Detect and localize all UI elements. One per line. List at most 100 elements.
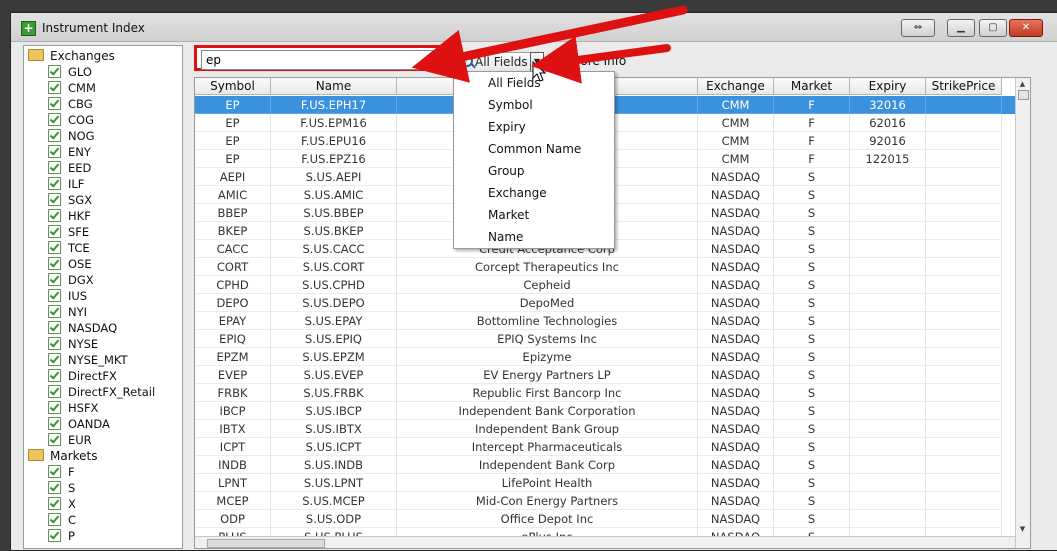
tree-item-markets[interactable]: F <box>48 464 75 480</box>
tree-item-exchanges[interactable]: DirectFX_Retail <box>48 384 155 400</box>
table-row[interactable]: MCEP S.US.MCEP Mid-Con Energy Partners NASD… <box>195 492 1015 510</box>
checkbox[interactable] <box>48 145 61 158</box>
dropdown-item[interactable]: Common Name <box>488 138 581 160</box>
checkbox[interactable] <box>48 465 61 478</box>
scroll-thumb[interactable] <box>1018 90 1029 100</box>
checkbox[interactable] <box>48 433 61 446</box>
close-icon[interactable]: ✕ <box>1009 19 1043 37</box>
tree-group-markets[interactable]: Markets <box>28 448 98 464</box>
checkbox[interactable] <box>48 273 61 286</box>
restore-icon[interactable]: ⇔ <box>901 19 935 37</box>
checkbox[interactable] <box>48 481 61 494</box>
checkbox[interactable] <box>48 113 61 126</box>
table-row[interactable]: CPHD S.US.CPHD Cepheid NASDAQ S <box>195 276 1015 294</box>
checkbox[interactable] <box>48 161 61 174</box>
table-row[interactable]: EPZM S.US.EPZM Epizyme NASDAQ S <box>195 348 1015 366</box>
tree-group-exchanges[interactable]: Exchanges <box>28 48 115 64</box>
dropdown-item[interactable]: Group <box>488 160 525 182</box>
tree-item-exchanges[interactable]: NOG <box>48 128 95 144</box>
checkbox[interactable] <box>48 529 61 542</box>
tree-item-exchanges[interactable]: GLO <box>48 64 92 80</box>
scroll-down-icon[interactable]: ▼ <box>1017 524 1028 534</box>
column-header[interactable]: Expiry <box>850 78 926 95</box>
column-header[interactable]: Name <box>271 78 397 95</box>
dropdown-item[interactable]: Name <box>488 226 523 248</box>
search-field-combo[interactable]: All Fields <box>457 52 541 72</box>
tree-item-exchanges[interactable]: HSFX <box>48 400 98 416</box>
table-row[interactable]: FRBK S.US.FRBK Republic First Bancorp Inc N… <box>195 384 1015 402</box>
checkbox[interactable] <box>48 129 61 142</box>
checkbox[interactable] <box>48 353 61 366</box>
checkbox[interactable] <box>48 209 61 222</box>
checkbox[interactable] <box>48 225 61 238</box>
table-row[interactable]: DEPO S.US.DEPO DepoMed NASDAQ S <box>195 294 1015 312</box>
tree-item-exchanges[interactable]: CMM <box>48 80 96 96</box>
checkbox[interactable] <box>48 337 61 350</box>
title-bar[interactable]: + Instrument Index ⇔ ▁ ▢ ✕ <box>11 13 1057 42</box>
tree-item-exchanges[interactable]: EUR <box>48 432 92 448</box>
search-input[interactable] <box>201 50 449 70</box>
checkbox[interactable] <box>48 497 61 510</box>
dropdown-item[interactable]: Exchange <box>488 182 547 204</box>
table-row[interactable]: IBCP S.US.IBCP Independent Bank Corporatio… <box>195 402 1015 420</box>
checkbox[interactable] <box>48 81 61 94</box>
checkbox[interactable] <box>48 241 61 254</box>
checkbox[interactable] <box>48 193 61 206</box>
tree-item-exchanges[interactable]: NASDAQ <box>48 320 117 336</box>
checkbox[interactable] <box>48 369 61 382</box>
column-header[interactable]: StrikePrice <box>926 78 1002 95</box>
tree-item-exchanges[interactable]: EED <box>48 160 91 176</box>
minimize-icon[interactable]: ▁ <box>947 19 975 37</box>
dropdown-item[interactable]: Market <box>488 204 529 226</box>
checkbox[interactable] <box>48 401 61 414</box>
table-row[interactable]: LPNT S.US.LPNT LifePoint Health NASDAQ S <box>195 474 1015 492</box>
tree-item-exchanges[interactable]: SGX <box>48 192 92 208</box>
tree-item-exchanges[interactable]: IUS <box>48 288 87 304</box>
table-row[interactable]: EVEP S.US.EVEP EV Energy Partners LP NASDAQ… <box>195 366 1015 384</box>
horizontal-scroll-thumb[interactable] <box>207 539 325 548</box>
checkbox[interactable] <box>48 177 61 190</box>
column-header[interactable]: Exchange <box>698 78 774 95</box>
table-row[interactable]: ICPT S.US.ICPT Intercept Pharmaceuticals NA… <box>195 438 1015 456</box>
dropdown-item[interactable]: Symbol <box>488 94 533 116</box>
tree-item-exchanges[interactable]: HKF <box>48 208 91 224</box>
tree-item-exchanges[interactable]: ILF <box>48 176 84 192</box>
checkbox[interactable] <box>48 417 61 430</box>
checkbox[interactable] <box>48 321 61 334</box>
tree-item-exchanges[interactable]: OANDA <box>48 416 110 432</box>
checkbox[interactable] <box>48 513 61 526</box>
checkbox[interactable] <box>48 289 61 302</box>
checkbox[interactable] <box>48 257 61 270</box>
tree-item-exchanges[interactable]: DGX <box>48 272 94 288</box>
tree-item-exchanges[interactable]: ENY <box>48 144 91 160</box>
more-info-link[interactable]: More Info <box>570 52 626 70</box>
tree-item-exchanges[interactable]: NYSE_MKT <box>48 352 128 368</box>
tree-item-exchanges[interactable]: CBG <box>48 96 93 112</box>
column-header[interactable]: Market <box>774 78 850 95</box>
checkbox[interactable] <box>48 65 61 78</box>
tree-item-exchanges[interactable]: DirectFX <box>48 368 117 384</box>
table-row[interactable]: INDB S.US.INDB Independent Bank Corp NASDAQ… <box>195 456 1015 474</box>
tree-item-markets[interactable]: C <box>48 512 76 528</box>
table-row[interactable]: ODP S.US.ODP Office Depot Inc NASDAQ S <box>195 510 1015 528</box>
maximize-icon[interactable]: ▢ <box>979 19 1007 37</box>
tree-item-exchanges[interactable]: OSE <box>48 256 92 272</box>
tree-item-exchanges[interactable]: COG <box>48 112 94 128</box>
horizontal-scrollbar[interactable] <box>195 536 1015 548</box>
dropdown-item[interactable]: Expiry <box>488 116 526 138</box>
checkbox[interactable] <box>48 97 61 110</box>
column-header[interactable]: Symbol <box>195 78 271 95</box>
vertical-scrollbar[interactable]: ▲ ▼ <box>1015 78 1030 548</box>
tree-item-exchanges[interactable]: NYI <box>48 304 87 320</box>
tree-item-exchanges[interactable]: SFE <box>48 224 89 240</box>
table-row[interactable]: IBTX S.US.IBTX Independent Bank Group NASDA… <box>195 420 1015 438</box>
scroll-up-icon[interactable]: ▲ <box>1017 79 1028 89</box>
tree-item-markets[interactable]: S <box>48 480 75 496</box>
table-row[interactable]: EPAY S.US.EPAY Bottomline Technologies NASD… <box>195 312 1015 330</box>
tree-item-exchanges[interactable]: TCE <box>48 240 90 256</box>
table-row[interactable]: EPIQ S.US.EPIQ EPIQ Systems Inc NASDAQ S <box>195 330 1015 348</box>
table-row[interactable]: CORT S.US.CORT Corcept Therapeutics Inc NAS… <box>195 258 1015 276</box>
tree-item-markets[interactable]: X <box>48 496 76 512</box>
tree-item-markets[interactable]: P <box>48 528 75 544</box>
checkbox[interactable] <box>48 305 61 318</box>
